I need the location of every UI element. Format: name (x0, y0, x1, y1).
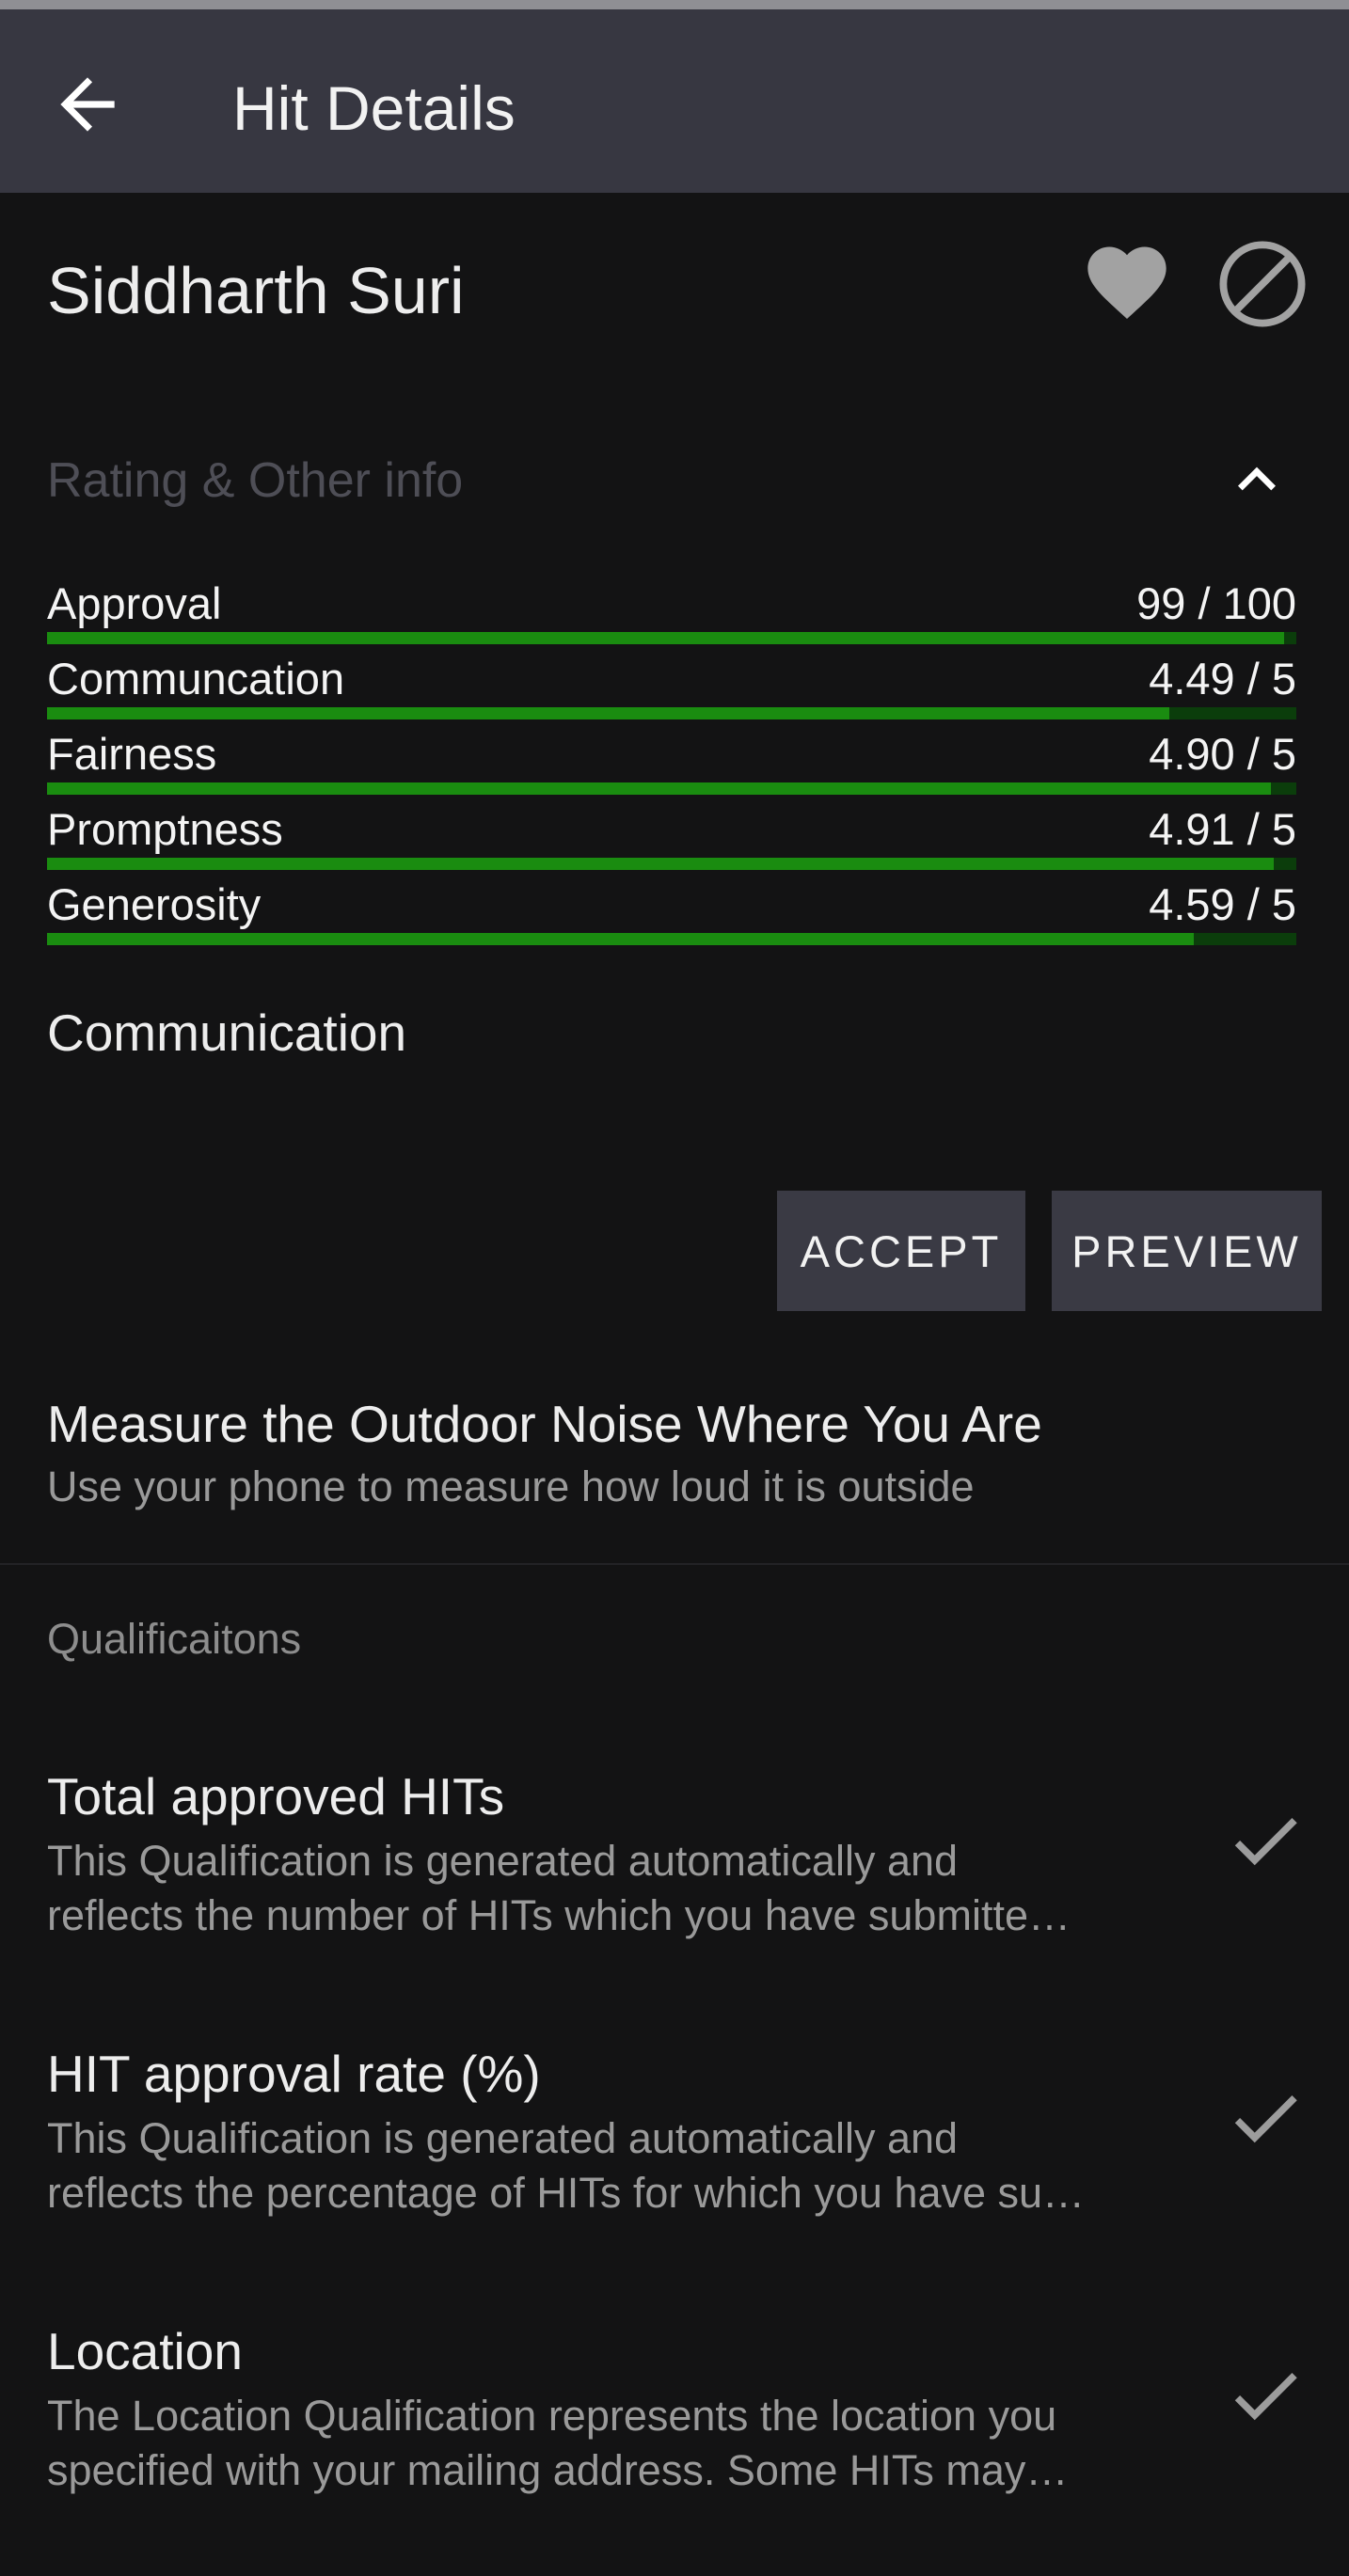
qualification-title: Location (47, 2322, 243, 2380)
qualifications-header: Qualificaitons (47, 1615, 302, 1663)
back-button[interactable] (47, 64, 128, 145)
rating-bar (47, 782, 1296, 795)
divider (0, 1563, 1349, 1565)
rating-fairness: Fairness 4.90 / 5 (47, 726, 1296, 801)
block-icon (1219, 241, 1306, 327)
rating-value: 4.91 / 5 (1149, 804, 1296, 854)
rating-bar-fill (47, 632, 1284, 644)
rating-label: Fairness (47, 729, 217, 779)
qualification-description: This Qualification is generated automati… (47, 2111, 1166, 2220)
heart-icon (1087, 246, 1166, 319)
rating-label: Generosity (47, 879, 262, 929)
collapse-button[interactable] (1219, 442, 1294, 517)
rating-bar (47, 933, 1296, 945)
qualification-description-line: This Qualification is generated automati… (47, 2114, 959, 2162)
rating-approval: Approval 99 / 100 (47, 576, 1296, 651)
accept-button[interactable]: ACCEPT (777, 1191, 1025, 1311)
selected-rating-label: Communication (47, 1004, 407, 1062)
qualification-description: This Qualification is generated automati… (47, 1834, 1166, 1943)
check-icon (1223, 2076, 1308, 2160)
rating-bar-fill (47, 707, 1169, 719)
rating-label: Promptness (47, 804, 283, 854)
qualification-item[interactable]: Location The Location Qualification repr… (47, 2317, 1308, 2515)
rating-generosity: Generosity 4.59 / 5 (47, 877, 1296, 952)
preview-button[interactable]: PREVIEW (1052, 1191, 1322, 1311)
rating-value: 99 / 100 (1136, 578, 1296, 628)
block-button[interactable] (1214, 235, 1311, 333)
rating-label: Communcation (47, 654, 345, 703)
qualification-description-line: The Location Qualification represents th… (47, 2392, 1057, 2440)
qualification-description-line: reflects the percentage of HITs for whic… (47, 2169, 1086, 2217)
qualification-description: The Location Qualification represents th… (47, 2389, 1166, 2498)
qualification-title: HIT approval rate (%) (47, 2045, 541, 2103)
arrow-left-icon (60, 77, 115, 132)
qualification-title: Total approved HITs (47, 1767, 505, 1825)
qualification-description-line: reflects the number of HITs which you ha… (47, 1891, 1071, 1939)
check-icon (1223, 1798, 1308, 1883)
qualification-description-line: This Qualification is generated automati… (47, 1837, 959, 1885)
check-icon (1223, 2353, 1308, 2438)
rating-promptness: Promptness 4.91 / 5 (47, 801, 1296, 877)
rating-label: Approval (47, 578, 222, 628)
favorite-button[interactable] (1080, 235, 1174, 329)
hit-description: Use your phone to measure how loud it is… (47, 1462, 975, 1510)
qualification-item[interactable]: HIT approval rate (%) This Qualification… (47, 2040, 1308, 2237)
rating-bar (47, 632, 1296, 644)
status-strip (0, 0, 1349, 9)
rating-communication: Communcation 4.49 / 5 (47, 651, 1296, 726)
rating-value: 4.59 / 5 (1149, 879, 1296, 929)
rating-bar (47, 707, 1296, 719)
page-title: Hit Details (232, 73, 516, 143)
rating-bar-fill (47, 933, 1195, 945)
rating-bar-fill (47, 782, 1272, 795)
rating-section-label: Rating & Other info (47, 453, 464, 508)
app-bar: Hit Details (0, 9, 1349, 193)
qualification-item[interactable]: Total approved HITs This Qualification i… (47, 1762, 1308, 1960)
rating-value: 4.49 / 5 (1149, 654, 1296, 703)
rating-value: 4.90 / 5 (1149, 729, 1296, 779)
hit-title: Measure the Outdoor Noise Where You Are (47, 1395, 1042, 1453)
chevron-up-icon (1238, 466, 1276, 491)
rating-bar (47, 858, 1296, 870)
requester-name: Siddharth Suri (47, 254, 465, 327)
rating-bar-fill (47, 858, 1275, 870)
qualification-description-line: specified with your mailing address. Som… (47, 2446, 1069, 2494)
